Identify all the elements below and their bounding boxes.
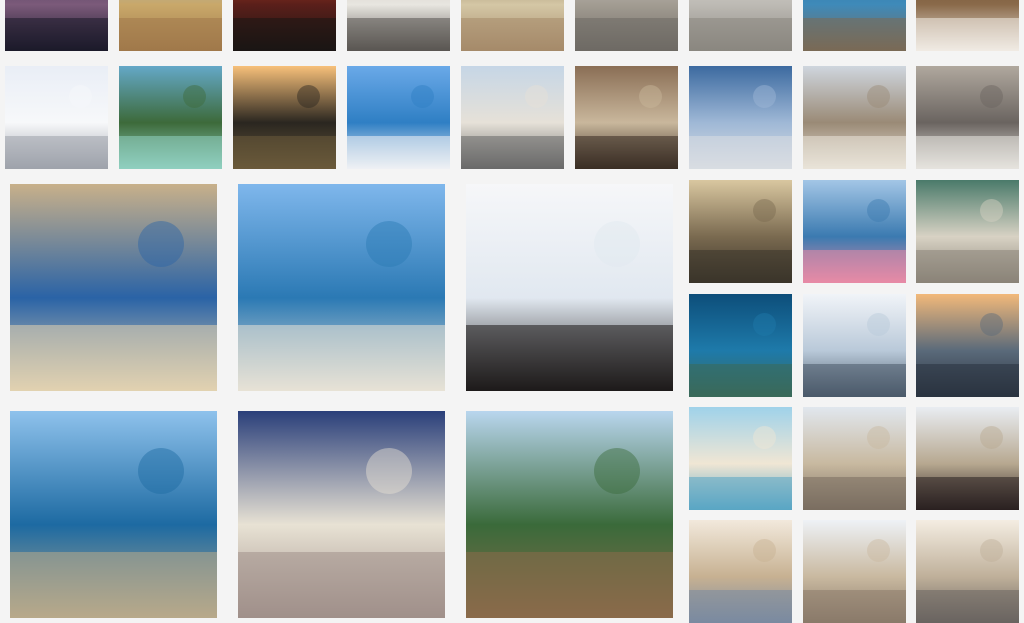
photo-ground-shape: [238, 551, 445, 618]
photo-trulli-roofs[interactable]: [916, 520, 1019, 623]
photo-ground-shape: [575, 136, 678, 169]
photo-spiral-staircase[interactable]: [916, 180, 1019, 283]
photo-ground-shape: [119, 136, 222, 169]
photo-ground-shape: [119, 18, 222, 51]
photo-underwater-rocks[interactable]: [689, 294, 792, 397]
photo-accent-shape: [411, 85, 434, 108]
photo-accent-shape: [980, 426, 1003, 449]
photo-ground-shape: [803, 364, 906, 397]
photo-ground-shape: [233, 136, 336, 169]
photo-ground-shape: [689, 18, 792, 51]
photo-ground-shape: [689, 250, 792, 283]
photo-sunset-boats[interactable]: [916, 294, 1019, 397]
photo-ground-shape: [689, 136, 792, 169]
photo-wheat-field-hand[interactable]: [119, 0, 222, 51]
photo-ground-shape: [689, 477, 792, 510]
photo-rock-island-bay[interactable]: [466, 411, 673, 618]
photo-accent-shape: [753, 313, 776, 336]
photo-accent-shape: [297, 85, 320, 108]
photo-accent-shape: [867, 539, 890, 562]
photo-ground-shape: [916, 364, 1019, 397]
photo-red-sunset-horizon[interactable]: [233, 0, 336, 51]
photo-accent-shape: [594, 448, 640, 494]
photo-accent-shape: [867, 313, 890, 336]
photo-accent-shape: [980, 199, 1003, 222]
photo-ground-shape: [689, 364, 792, 397]
photo-harbour-blue[interactable]: [347, 66, 450, 169]
photo-accent-shape: [138, 448, 184, 494]
photo-accent-shape: [366, 448, 412, 494]
photo-ground-shape: [803, 136, 906, 169]
photo-accent-shape: [867, 199, 890, 222]
photo-accent-shape: [183, 85, 206, 108]
photo-plaza-crowd[interactable]: [689, 0, 792, 51]
photo-ground-shape: [461, 136, 564, 169]
photo-stone-wall-balcony[interactable]: [10, 184, 217, 391]
photo-palazzo-facade[interactable]: [461, 66, 564, 169]
photo-bicycle-street[interactable]: [916, 66, 1019, 169]
photo-beach-walker[interactable]: [689, 407, 792, 510]
photo-accent-shape: [980, 85, 1003, 108]
photo-ground-shape: [575, 18, 678, 51]
photo-accent-shape: [69, 85, 92, 108]
photo-sunset-cyclist[interactable]: [233, 66, 336, 169]
photo-narrow-alley[interactable]: [575, 66, 678, 169]
photo-cliff-town-sea[interactable]: [238, 184, 445, 391]
photo-cafe-table-top[interactable]: [916, 0, 1019, 51]
photo-accent-shape: [753, 539, 776, 562]
photo-accent-shape: [753, 199, 776, 222]
photo-ground-shape: [803, 590, 906, 623]
photo-milan-duomo[interactable]: [5, 66, 108, 169]
photo-ground-shape: [5, 18, 108, 51]
photo-woman-balcony-city[interactable]: [916, 407, 1019, 510]
photo-scooter-street[interactable]: [347, 0, 450, 51]
photo-ground-shape: [916, 18, 1019, 51]
photo-portrait-woman[interactable]: [466, 184, 673, 391]
photo-cathedral-square[interactable]: [575, 0, 678, 51]
photo-mountain-river[interactable]: [119, 66, 222, 169]
photo-accent-shape: [525, 85, 548, 108]
photo-glass-building[interactable]: [689, 66, 792, 169]
photo-ground-shape: [803, 477, 906, 510]
photo-ground-shape: [238, 324, 445, 391]
photo-accent-shape: [639, 85, 662, 108]
photo-ground-shape: [10, 324, 217, 391]
photo-ground-shape: [5, 136, 108, 169]
photo-island-flowers[interactable]: [803, 180, 906, 283]
photo-harbour-boats-town[interactable]: [10, 411, 217, 618]
photo-accent-shape: [753, 426, 776, 449]
photo-ground-shape: [233, 18, 336, 51]
photo-galleria-square[interactable]: [803, 66, 906, 169]
photo-ground-shape: [916, 590, 1019, 623]
photo-arched-gate-blue[interactable]: [238, 411, 445, 618]
photo-ground-shape: [689, 590, 792, 623]
photo-clouds-volcano[interactable]: [803, 294, 906, 397]
photo-ground-shape: [466, 551, 673, 618]
photo-alley-laundry[interactable]: [689, 180, 792, 283]
photo-ground-shape: [461, 18, 564, 51]
photo-sunset-sea-dusk[interactable]: [5, 0, 108, 51]
photo-ground-shape: [803, 18, 906, 51]
photo-ground-shape: [466, 324, 673, 391]
photo-accent-shape: [867, 85, 890, 108]
photo-food-table-top[interactable]: [461, 0, 564, 51]
photo-ground-shape: [916, 250, 1019, 283]
photo-accent-shape: [594, 221, 640, 267]
photo-accent-shape: [366, 221, 412, 267]
photo-ground-shape: [347, 18, 450, 51]
photo-coast-cliff-aerial[interactable]: [803, 0, 906, 51]
photo-hill-town-view[interactable]: [803, 520, 906, 623]
photo-accent-shape: [980, 313, 1003, 336]
photo-accent-shape: [980, 539, 1003, 562]
photo-ground-shape: [916, 136, 1019, 169]
photo-ground-shape: [10, 551, 217, 618]
photo-accent-shape: [753, 85, 776, 108]
photo-parisian-corner[interactable]: [803, 407, 906, 510]
photo-ground-shape: [347, 136, 450, 169]
photo-accent-shape: [138, 221, 184, 267]
photo-ground-shape: [916, 477, 1019, 510]
photo-accent-shape: [867, 426, 890, 449]
photo-colorful-street[interactable]: [689, 520, 792, 623]
photo-ground-shape: [803, 250, 906, 283]
